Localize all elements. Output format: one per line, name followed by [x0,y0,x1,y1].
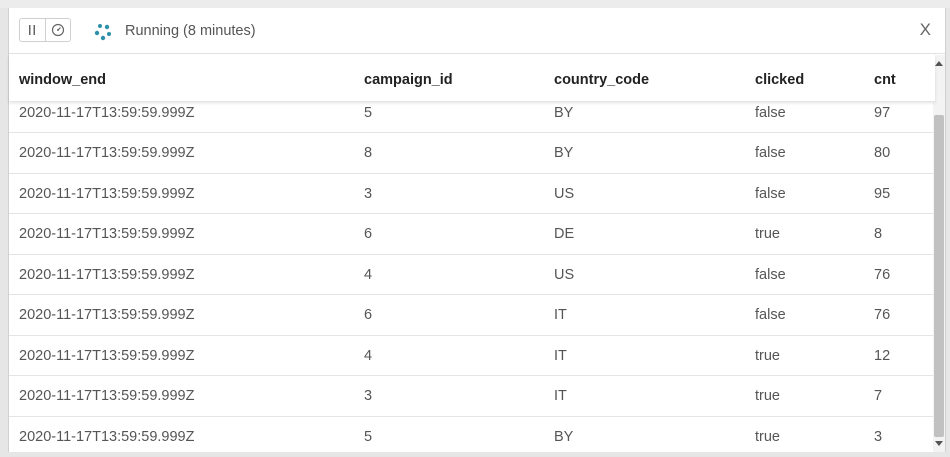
cell-country-code: IT [554,307,567,323]
cell-cnt: 76 [874,267,890,283]
cell-country-code: IT [554,348,567,364]
cell-clicked: false [755,307,786,323]
cell-window-end: 2020-11-17T13:59:59.999Z [19,267,194,283]
cell-country-code: US [554,267,574,283]
status-text: Running (8 minutes) [125,23,256,39]
cell-country-code: US [554,186,574,202]
table-row[interactable]: 2020-11-17T13:59:59.999Z 4 US false 76 [9,255,935,296]
cell-window-end: 2020-11-17T13:59:59.999Z [19,348,194,364]
cell-cnt: 80 [874,145,890,161]
pause-button[interactable] [20,19,45,41]
table-row[interactable]: 2020-11-17T13:59:59.999Z 8 BY false 80 [9,133,935,174]
gauge-button[interactable] [45,19,71,41]
cell-campaign-id: 4 [364,348,372,364]
table-header: window_end campaign_id country_code clic… [9,55,935,101]
cell-clicked: false [755,105,786,121]
column-header-clicked[interactable]: clicked [755,72,804,88]
cell-window-end: 2020-11-17T13:59:59.999Z [19,105,194,121]
cell-window-end: 2020-11-17T13:59:59.999Z [19,307,194,323]
table-row[interactable]: 2020-11-17T13:59:59.999Z 4 IT true 12 [9,336,935,377]
cell-window-end: 2020-11-17T13:59:59.999Z [19,388,194,404]
cell-window-end: 2020-11-17T13:59:59.999Z [19,145,194,161]
query-results-panel: Running (8 minutes) X window_end campaig… [8,8,946,452]
results-toolbar: Running (8 minutes) X [9,8,945,54]
cell-cnt: 12 [874,348,890,364]
cell-country-code: BY [554,145,573,161]
pause-icon [27,24,37,36]
cell-window-end: 2020-11-17T13:59:59.999Z [19,226,194,242]
running-spinner-icon [94,22,114,42]
cell-country-code: IT [554,388,567,404]
cell-clicked: false [755,186,786,202]
top-strip [0,0,950,8]
cell-clicked: true [755,388,780,404]
close-button[interactable]: X [920,20,931,40]
cell-campaign-id: 5 [364,429,372,445]
column-header-campaign-id[interactable]: campaign_id [364,72,453,88]
cell-campaign-id: 3 [364,186,372,202]
cell-campaign-id: 3 [364,388,372,404]
cell-cnt: 8 [874,226,882,242]
cell-clicked: true [755,429,780,445]
cell-campaign-id: 4 [364,267,372,283]
column-header-country-code[interactable]: country_code [554,72,649,88]
cell-campaign-id: 5 [364,105,372,121]
cell-clicked: true [755,226,780,242]
cell-campaign-id: 6 [364,307,372,323]
cell-country-code: DE [554,226,574,242]
table-row[interactable]: 2020-11-17T13:59:59.999Z 5 BY true 3 [9,417,935,457]
table-row[interactable]: 2020-11-17T13:59:59.999Z 6 IT false 76 [9,295,935,336]
cell-country-code: BY [554,429,573,445]
table-body: 2020-11-17T13:59:59.999Z5BYfalse972020-1… [9,101,935,457]
table-row[interactable]: 2020-11-17T13:59:59.999Z 5 BY false 97 [9,101,935,133]
cell-window-end: 2020-11-17T13:59:59.999Z [19,429,194,445]
cell-window-end: 2020-11-17T13:59:59.999Z [19,186,194,202]
cell-clicked: false [755,145,786,161]
cell-clicked: false [755,267,786,283]
cell-clicked: true [755,348,780,364]
table-row[interactable]: 2020-11-17T13:59:59.999Z 6 DE true 8 [9,214,935,255]
cell-cnt: 95 [874,186,890,202]
playback-controls [19,18,71,42]
table-row[interactable]: 2020-11-17T13:59:59.999Z 3 IT true 7 [9,376,935,417]
scrollbar-thumb[interactable] [934,115,944,437]
scroll-down-icon[interactable] [935,441,943,446]
cell-country-code: BY [554,105,573,121]
cell-cnt: 3 [874,429,882,445]
cell-cnt: 76 [874,307,890,323]
table-row[interactable]: 2020-11-17T13:59:59.999Z 3 US false 95 [9,174,935,215]
gauge-icon [51,23,65,37]
scroll-up-icon[interactable] [935,61,943,66]
cell-campaign-id: 8 [364,145,372,161]
column-header-cnt[interactable]: cnt [874,72,896,88]
cell-campaign-id: 6 [364,226,372,242]
column-header-window-end[interactable]: window_end [19,72,106,88]
cell-cnt: 7 [874,388,882,404]
vertical-scrollbar[interactable] [933,55,945,452]
cell-cnt: 97 [874,105,890,121]
